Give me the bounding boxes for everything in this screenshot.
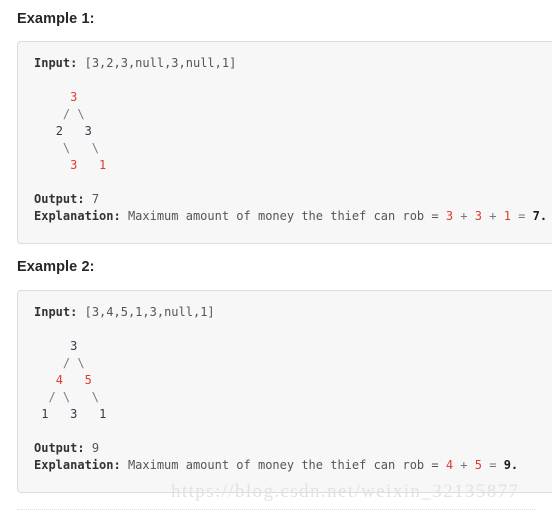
tree-node: 4 [55, 373, 63, 387]
explanation-operator [525, 209, 532, 223]
explanation-operator [496, 209, 503, 223]
explanation-operator [468, 209, 475, 223]
tree-branch-row: / \ \ [34, 390, 100, 404]
tree-node: 5 [84, 373, 92, 387]
tree-branch-row: / \ [34, 356, 85, 370]
tree-node: 3 [70, 339, 78, 353]
output-value: 7 [91, 192, 100, 206]
tree-branch-row: / \ [34, 107, 85, 121]
example-2-tree-row-2: / \ [34, 355, 552, 372]
output-value: 9 [91, 441, 100, 455]
output-label: Output: [34, 441, 85, 455]
input-value: [3,2,3,null,3,null,1] [84, 56, 237, 70]
output-spacer [85, 441, 92, 455]
explanation-term: 5 [474, 458, 482, 472]
example-1-explanation-line: Explanation: Maximum amount of money the… [34, 208, 552, 225]
explanation-term: 4 [445, 458, 454, 472]
explanation-term: 3 [445, 209, 454, 223]
example-2-heading: Example 2: [17, 259, 95, 275]
example-1-output-line: Output: 7 [34, 191, 552, 208]
explanation-spacer [121, 458, 128, 472]
explanation-text: Maximum amount of money the thief can ro… [127, 458, 446, 472]
explanation-spacer [121, 209, 128, 223]
explanation-operator [468, 458, 475, 472]
example-1-tree-row-1: 3 [34, 89, 552, 106]
example-2-tree-row-5: 1 3 1 [34, 406, 552, 423]
tree-node: 3 [84, 124, 92, 138]
input-value: [3,4,5,1,3,null,1] [84, 305, 215, 319]
explanation-text: Maximum amount of money the thief can ro… [127, 209, 446, 223]
example-2-code-block: Input: [3,4,5,1,3,null,1] 3 / \ 4 5 / \ … [17, 290, 552, 493]
input-label: Input: [34, 56, 78, 70]
tree-node: 1 [99, 407, 107, 421]
input-spacer [77, 56, 84, 70]
example-2-explanation-line: Explanation: Maximum amount of money the… [34, 457, 552, 474]
explanation-term: 1 [503, 209, 511, 223]
bottom-divider [17, 509, 535, 510]
tree-node: 3 [70, 90, 78, 104]
example-2-output-line: Output: 9 [34, 440, 552, 457]
input-label: Input: [34, 305, 78, 319]
example-1-input-line: Input: [3,2,3,null,3,null,1] [34, 55, 552, 72]
example-1-tree-row-5: 3 1 [34, 157, 552, 174]
output-spacer [85, 192, 92, 206]
explanation-operator [496, 458, 503, 472]
example-2-tree-row-1: 3 [34, 338, 552, 355]
example-2-input-line: Input: [3,4,5,1,3,null,1] [34, 304, 552, 321]
tree-node: 1 [99, 158, 107, 172]
example-2-tree-row-4: / \ \ [34, 389, 552, 406]
example-1-code-block: Input: [3,2,3,null,3,null,1] 3 / \ 2 3 \… [17, 41, 552, 244]
example-1-tree-row-3: 2 3 [34, 123, 552, 140]
tree-branch-row: \ \ [34, 141, 100, 155]
explanation-operator: + [460, 209, 468, 223]
explanation-term: 3 [474, 209, 482, 223]
explanation-operator: + [460, 458, 468, 472]
problem-examples-page: Example 1: Input: [3,2,3,null,3,null,1] … [0, 0, 552, 514]
explanation-result: 7. [532, 209, 548, 223]
explanation-label: Explanation: [34, 209, 121, 223]
example-2-tree-row-3: 4 5 [34, 372, 552, 389]
explanation-label: Explanation: [34, 458, 121, 472]
output-label: Output: [34, 192, 85, 206]
example-1-heading: Example 1: [17, 11, 95, 27]
tree-node: 2 [55, 124, 63, 138]
explanation-result: 9. [503, 458, 519, 472]
input-spacer [77, 305, 84, 319]
example-1-tree-row-4: \ \ [34, 140, 552, 157]
example-1-tree-row-2: / \ [34, 106, 552, 123]
